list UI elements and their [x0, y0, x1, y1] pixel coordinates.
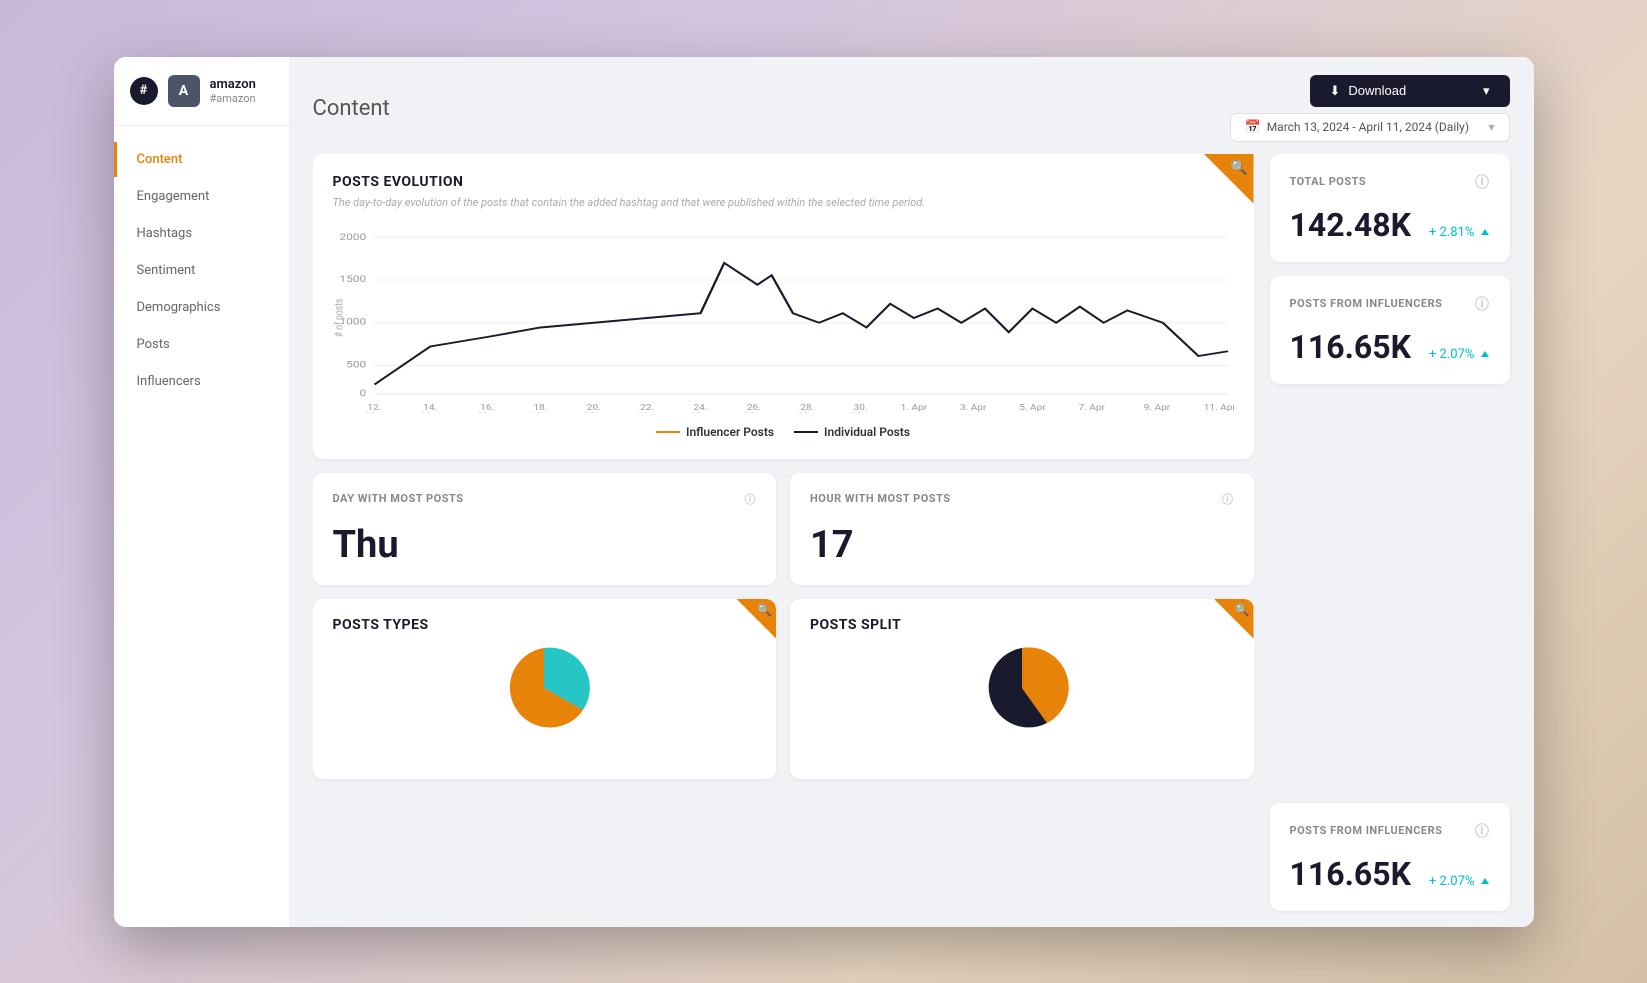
- total-posts-change: + 2.81%: [1429, 225, 1489, 240]
- info-icon: ⓘ: [745, 491, 757, 507]
- sidebar-item-posts[interactable]: Posts: [114, 327, 289, 362]
- download-button[interactable]: ⬇ Download ▾: [1310, 75, 1510, 107]
- posts-influencers-value: 116.65K: [1290, 328, 1411, 366]
- posts-influencers-value-row: 116.65K + 2.07%: [1290, 318, 1490, 366]
- posts-influencers-bottom-info-icon: ⓘ: [1475, 821, 1490, 841]
- svg-text:3. Apr: 3. Apr: [959, 403, 985, 412]
- header-actions: ⬇ Download ▾ 📅 March 13, 2024 - April 11…: [1230, 75, 1510, 142]
- svg-text:2000: 2000: [339, 231, 366, 242]
- total-posts-value: 142.48K: [1290, 206, 1411, 244]
- svg-text:16.: 16.: [480, 403, 494, 412]
- hour-most-posts-label: HOUR WITH MOST POSTS ⓘ: [810, 491, 1234, 507]
- svg-text:500: 500: [346, 358, 366, 369]
- content-area: 🔍 POSTS EVOLUTION The day-to-day evoluti…: [289, 154, 1534, 927]
- chevron-down-icon: ▾: [1483, 83, 1490, 99]
- sidebar-item-sentiment[interactable]: Sentiment: [114, 253, 289, 288]
- svg-text:9. Apr: 9. Apr: [1143, 403, 1169, 412]
- posts-influencers-bottom-label: POSTS FROM INFLUENCERS ⓘ: [1290, 821, 1490, 841]
- calendar-icon: 📅: [1245, 120, 1261, 135]
- chart-legend: Influencer Posts Individual Posts: [333, 425, 1234, 439]
- svg-text:1. Apr: 1. Apr: [900, 403, 926, 412]
- sidebar-item-engagement[interactable]: Engagement: [114, 179, 289, 214]
- brand-info: amazon #amazon: [210, 77, 256, 105]
- day-most-posts-card: DAY WITH MOST POSTS ⓘ Thu: [313, 473, 777, 585]
- svg-text:1500: 1500: [339, 273, 366, 284]
- total-posts-up-arrow: [1481, 229, 1489, 235]
- search-icon[interactable]: 🔍: [1230, 160, 1247, 176]
- posts-influencers-label: POSTS FROM INFLUENCERS ⓘ: [1290, 294, 1490, 314]
- svg-text:26.: 26.: [746, 403, 760, 412]
- posts-evolution-subtitle: The day-to-day evolution of the posts th…: [333, 196, 983, 209]
- day-hour-cards-row: DAY WITH MOST POSTS ⓘ Thu HOUR WITH MOST…: [313, 473, 1254, 585]
- svg-text:12.: 12.: [367, 403, 381, 412]
- legend-individual: Individual Posts: [794, 425, 910, 439]
- posts-types-chart: [333, 643, 757, 733]
- date-chevron-icon: ▾: [1488, 120, 1494, 134]
- hour-most-posts-card: HOUR WITH MOST POSTS ⓘ 17: [790, 473, 1254, 585]
- posts-types-card: 🔍 POSTS TYPES: [313, 599, 777, 779]
- sidebar: # A amazon #amazon Content Engagement Ha…: [114, 57, 289, 927]
- main-content: Content ⬇ Download ▾ 📅 March 13, 2024 - …: [289, 57, 1534, 927]
- svg-text:24.: 24.: [693, 403, 707, 412]
- hash-icon: #: [130, 77, 158, 105]
- svg-text:18.: 18.: [533, 403, 547, 412]
- total-posts-card: TOTAL POSTS ⓘ 142.48K + 2.81%: [1270, 154, 1510, 262]
- svg-text:# of posts: # of posts: [333, 298, 345, 337]
- posts-influencers-card: POSTS FROM INFLUENCERS ⓘ 116.65K + 2.07%: [1270, 276, 1510, 384]
- sidebar-item-content[interactable]: Content: [114, 142, 289, 177]
- svg-text:5. Apr: 5. Apr: [1019, 403, 1045, 412]
- download-icon: ⬇: [1330, 83, 1341, 99]
- posts-influencers-bottom-value-row: 116.65K + 2.07%: [1290, 845, 1490, 893]
- individual-line-indicator: [794, 431, 818, 433]
- posts-split-chart: [810, 643, 1234, 733]
- hour-most-posts-value: 17: [810, 523, 1234, 567]
- info-icon-hour: ⓘ: [1222, 491, 1234, 507]
- posts-types-title: POSTS TYPES: [333, 617, 757, 633]
- posts-influencers-info-icon: ⓘ: [1475, 294, 1490, 314]
- day-most-posts-value: Thu: [333, 523, 757, 567]
- posts-evolution-chart: 2000 1500 1000 500 0 # of posts: [333, 223, 1234, 417]
- posts-split-card: 🔍 POSTS SPLIT: [790, 599, 1254, 779]
- sidebar-nav: Content Engagement Hashtags Sentiment De…: [114, 126, 289, 415]
- posts-influencers-bottom-card: POSTS FROM INFLUENCERS ⓘ 116.65K + 2.07%: [1270, 803, 1510, 911]
- page-title: Content: [313, 96, 390, 121]
- total-posts-value-row: 142.48K + 2.81%: [1290, 196, 1490, 244]
- influencer-line-indicator: [656, 431, 680, 433]
- search-icon-split[interactable]: 🔍: [1235, 603, 1250, 617]
- posts-evolution-card: 🔍 POSTS EVOLUTION The day-to-day evoluti…: [313, 154, 1254, 459]
- sidebar-logo: # A amazon #amazon: [114, 57, 289, 126]
- total-posts-info-icon: ⓘ: [1475, 172, 1490, 192]
- sidebar-item-influencers[interactable]: Influencers: [114, 364, 289, 399]
- avatar: A: [168, 75, 200, 107]
- posts-evolution-title: POSTS EVOLUTION: [333, 174, 1234, 190]
- posts-influencers-up-arrow: [1481, 351, 1489, 357]
- posts-influencers-bottom-up-arrow: [1481, 878, 1489, 884]
- total-posts-label: TOTAL POSTS ⓘ: [1290, 172, 1490, 192]
- legend-influencer: Influencer Posts: [656, 425, 774, 439]
- sidebar-item-hashtags[interactable]: Hashtags: [114, 216, 289, 251]
- brand-handle: #amazon: [210, 92, 256, 105]
- svg-text:22.: 22.: [640, 403, 654, 412]
- left-column: 🔍 POSTS EVOLUTION The day-to-day evoluti…: [313, 154, 1254, 911]
- posts-influencers-change: + 2.07%: [1429, 347, 1489, 362]
- bottom-charts-row: 🔍 POSTS TYPES: [313, 599, 1254, 779]
- header: Content ⬇ Download ▾ 📅 March 13, 2024 - …: [289, 57, 1534, 154]
- svg-text:20.: 20.: [586, 403, 600, 412]
- svg-text:0: 0: [359, 387, 366, 398]
- date-filter[interactable]: 📅 March 13, 2024 - April 11, 2024 (Daily…: [1230, 113, 1510, 142]
- posts-influencers-bottom-change: + 2.07%: [1429, 874, 1489, 889]
- svg-text:11. Apr: 11. Apr: [1203, 403, 1233, 412]
- svg-text:7. Apr: 7. Apr: [1078, 403, 1104, 412]
- svg-text:30.: 30.: [853, 403, 867, 412]
- day-most-posts-label: DAY WITH MOST POSTS ⓘ: [333, 491, 757, 507]
- sidebar-item-demographics[interactable]: Demographics: [114, 290, 289, 325]
- svg-text:14.: 14.: [423, 403, 437, 412]
- brand-name: amazon: [210, 77, 256, 92]
- posts-split-title: POSTS SPLIT: [810, 617, 1234, 633]
- svg-text:28.: 28.: [800, 403, 814, 412]
- posts-influencers-bottom-value: 116.65K: [1290, 855, 1411, 893]
- right-column: TOTAL POSTS ⓘ 142.48K + 2.81% POSTS F: [1270, 154, 1510, 911]
- search-icon-types[interactable]: 🔍: [757, 603, 772, 617]
- app-window: # A amazon #amazon Content Engagement Ha…: [114, 57, 1534, 927]
